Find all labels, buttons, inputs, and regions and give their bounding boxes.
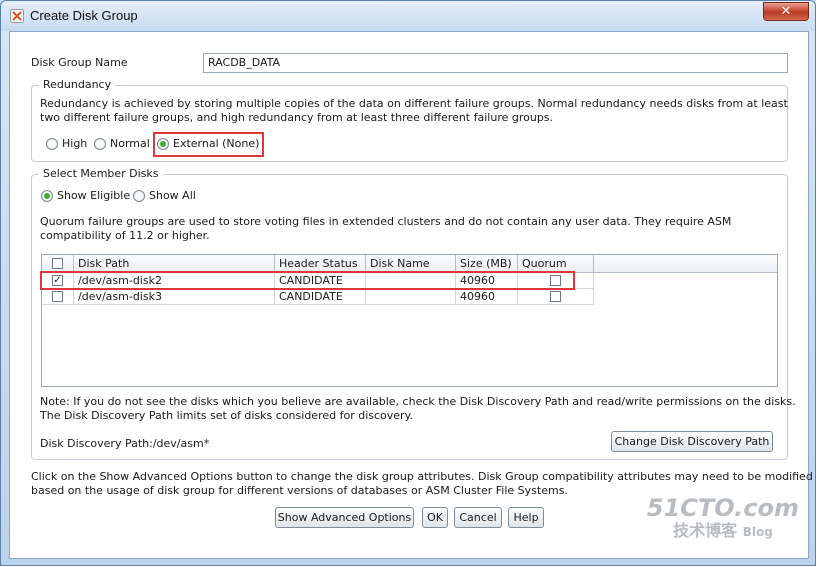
select-all-checkbox[interactable] [52, 258, 63, 269]
cell-disk-name[interactable] [366, 289, 456, 305]
redundancy-description-line2: two different failure groups, and high r… [40, 111, 554, 124]
cell-size[interactable]: 40960 [456, 289, 518, 305]
close-icon: ✕ [780, 4, 792, 19]
watermark-line3: Blog [742, 525, 773, 539]
cancel-button[interactable]: Cancel [454, 507, 502, 528]
disk-group-name-label: Disk Group Name [31, 56, 128, 69]
disk-group-name-input[interactable]: RACDB_DATA [203, 53, 788, 73]
discovery-path-label: Disk Discovery Path:/dev/asm* [40, 437, 210, 450]
disk-group-name-value: RACDB_DATA [208, 56, 281, 69]
close-button[interactable]: ✕ [763, 2, 809, 21]
oracle-app-icon [10, 9, 24, 23]
redundancy-legend: Redundancy [39, 78, 116, 91]
watermark-logo: 51CTO.com 技术博客 Blog [647, 495, 799, 542]
show-all-radio[interactable] [133, 190, 145, 202]
member-disks-legend: Select Member Disks [39, 167, 163, 180]
show-all-label[interactable]: Show All [149, 189, 196, 202]
discovery-note-line2: The Disk Discovery Path limits set of di… [40, 409, 414, 422]
show-eligible-label[interactable]: Show Eligible [57, 189, 130, 202]
cell-disk-path[interactable]: /dev/asm-disk3 [74, 289, 275, 305]
row-select-checkbox[interactable] [52, 291, 63, 302]
advanced-hint-line1: Click on the Show Advanced Options butto… [31, 470, 813, 483]
redundancy-description-line1: Redundancy is achieved by storing multip… [40, 97, 788, 110]
change-discovery-path-button[interactable]: Change Disk Discovery Path [611, 431, 773, 452]
quorum-note-line2: compatibility of 11.2 or higher. [40, 229, 210, 242]
external-highlight-box [153, 132, 264, 157]
watermark-line2: 技术博客 [673, 521, 738, 540]
watermark-line1: 51CTO.com [646, 494, 799, 522]
disk2-highlight-box [40, 271, 575, 290]
quorum-checkbox[interactable] [550, 291, 561, 302]
quorum-note-line1: Quorum failure groups are used to store … [40, 215, 732, 228]
help-button[interactable]: Help [508, 507, 544, 528]
show-eligible-radio[interactable] [41, 190, 53, 202]
show-advanced-options-button[interactable]: Show Advanced Options [275, 507, 414, 528]
redundancy-normal-radio[interactable] [94, 138, 106, 150]
title-bar[interactable]: Create Disk Group ✕ [1, 1, 815, 31]
create-disk-group-dialog: Create Disk Group ✕ Disk Group Name RACD… [0, 0, 816, 566]
ok-button[interactable]: OK [422, 507, 448, 528]
redundancy-normal-label[interactable]: Normal [110, 137, 150, 150]
column-header-filler [594, 255, 777, 273]
redundancy-high-radio[interactable] [46, 138, 58, 150]
discovery-note-line1: Note: If you do not see the disks which … [40, 395, 796, 408]
cell-quorum[interactable] [518, 289, 594, 305]
redundancy-high-label[interactable]: High [62, 137, 87, 150]
cell-header-status[interactable]: CANDIDATE [275, 289, 366, 305]
window-title: Create Disk Group [30, 8, 138, 23]
table-row[interactable] [42, 289, 74, 305]
advanced-hint-line2: based on the usage of disk group for dif… [31, 484, 568, 497]
dialog-body: Disk Group Name RACDB_DATA Redundancy Re… [9, 31, 813, 559]
